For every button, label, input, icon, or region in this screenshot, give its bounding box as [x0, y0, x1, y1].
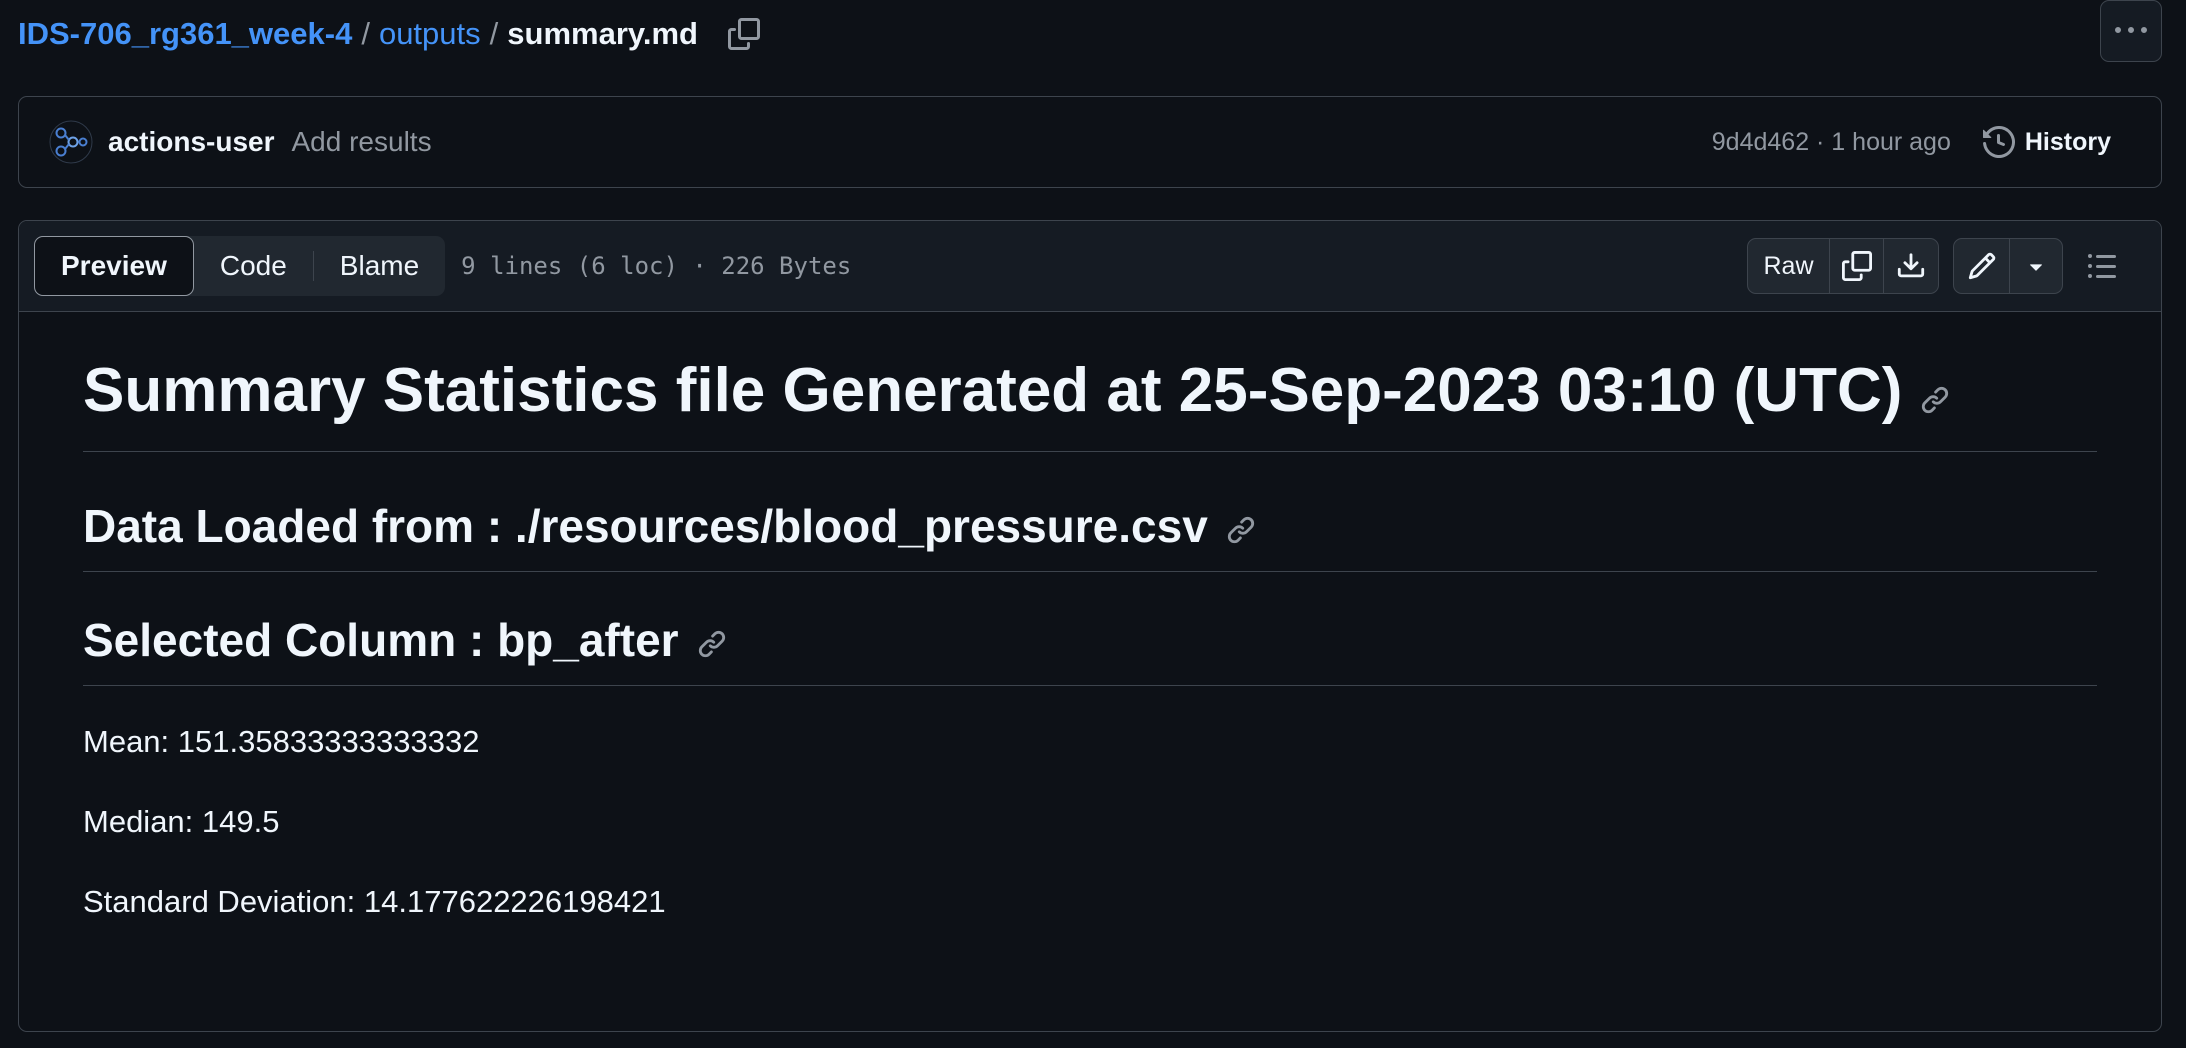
- heading-2-text: Data Loaded from : ./resources/blood_pre…: [83, 500, 1208, 553]
- link-icon: [1922, 386, 1949, 414]
- actions-avatar-icon: [49, 120, 93, 164]
- stat-mean: Mean: 151.35833333333332: [83, 723, 480, 759]
- breadcrumb-repo-link[interactable]: IDS-706_rg361_week-4: [18, 16, 352, 52]
- more-options-button[interactable]: [2100, 0, 2162, 62]
- file-info: 9 lines (6 loc) · 226 Bytes: [461, 252, 852, 280]
- view-mode-switcher: Preview Code Blame: [34, 236, 446, 296]
- list-unordered-icon: [2088, 254, 2116, 278]
- breadcrumb-current-file: summary.md: [507, 16, 698, 51]
- commit-message-link[interactable]: Add results: [292, 126, 432, 158]
- markdown-body: Summary Statistics file Generated at 25-…: [19, 312, 2161, 922]
- tab-code[interactable]: Code: [194, 236, 313, 296]
- raw-button[interactable]: Raw: [1748, 239, 1830, 293]
- heading-anchor-link[interactable]: [1226, 501, 1256, 559]
- pencil-icon: [1968, 252, 1995, 280]
- markdown-heading-2-data-source: Data Loaded from : ./resources/blood_pre…: [83, 498, 2097, 572]
- breadcrumb-separator: /: [489, 16, 499, 51]
- breadcrumb-folder-link[interactable]: outputs: [379, 16, 481, 52]
- heading-anchor-link[interactable]: [1920, 356, 1950, 434]
- heading-anchor-link[interactable]: [697, 615, 727, 673]
- markdown-heading-1: Summary Statistics file Generated at 25-…: [83, 352, 2097, 453]
- outline-button[interactable]: [2079, 243, 2125, 289]
- history-label: History: [2024, 127, 2111, 156]
- edit-options-dropdown[interactable]: [2010, 239, 2062, 293]
- file-actions: Raw: [1747, 221, 2161, 311]
- markdown-heading-2-column: Selected Column : bp_after: [83, 612, 2097, 686]
- link-icon: [1227, 517, 1254, 544]
- kebab-horizontal-icon: [2115, 27, 2147, 33]
- copy-icon: [1841, 251, 1872, 281]
- file-header: Preview Code Blame 9 lines (6 loc) · 226…: [19, 221, 2161, 312]
- download-button[interactable]: [1884, 239, 1938, 293]
- stat-median: Median: 149.5: [83, 803, 280, 839]
- link-icon: [698, 630, 725, 658]
- history-button[interactable]: History: [1982, 126, 2111, 158]
- avatar[interactable]: [49, 120, 93, 164]
- commit-sha-and-time[interactable]: 9d4d462 · 1 hour ago: [1712, 128, 1951, 157]
- commit-author-link[interactable]: actions-user: [108, 126, 275, 158]
- heading-2-text: Selected Column : bp_after: [83, 613, 679, 666]
- copy-path-button[interactable]: [726, 16, 762, 52]
- latest-commit-bar: actions-user Add results 9d4d462 · 1 hou…: [18, 96, 2162, 188]
- stat-standard-deviation: Standard Deviation: 14.177622226198421: [83, 884, 666, 920]
- breadcrumb-separator: /: [361, 16, 370, 51]
- file-viewer: Preview Code Blame 9 lines (6 loc) · 226…: [18, 220, 2162, 1032]
- breadcrumb: IDS-706_rg361_week-4 / outputs / summary…: [18, 12, 762, 56]
- download-icon: [1897, 253, 1925, 278]
- copy-icon: [727, 18, 760, 50]
- triangle-down-icon: [2030, 264, 2042, 271]
- heading-1-text: Summary Statistics file Generated at 25-…: [83, 356, 1903, 425]
- tab-preview[interactable]: Preview: [34, 236, 194, 296]
- tab-blame[interactable]: Blame: [314, 236, 445, 296]
- copy-raw-button[interactable]: [1830, 239, 1884, 293]
- raw-copy-download-group: Raw: [1747, 238, 1939, 294]
- history-icon: [1982, 126, 2015, 158]
- edit-file-button[interactable]: [1954, 239, 2010, 293]
- edit-group: [1953, 238, 2063, 294]
